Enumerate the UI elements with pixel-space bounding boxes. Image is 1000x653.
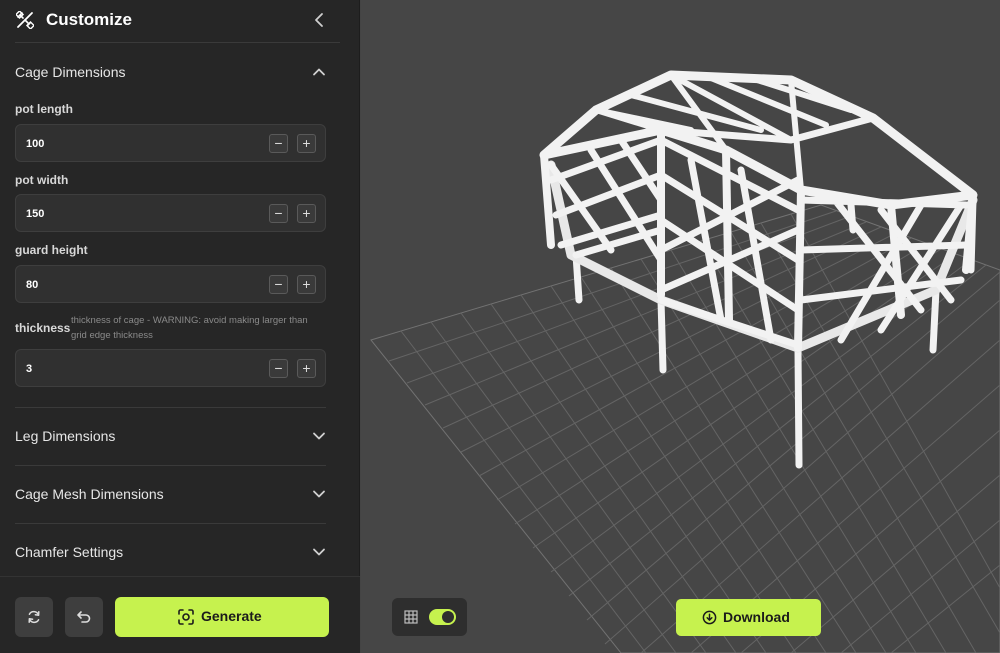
3d-scene[interactable] (361, 0, 1000, 653)
thickness-decrement-button[interactable]: − (269, 359, 288, 378)
undo-button[interactable] (65, 597, 103, 637)
pot-length-input[interactable] (26, 134, 226, 154)
guard-height-input[interactable] (26, 275, 226, 295)
download-button[interactable]: Download (676, 599, 821, 636)
generate-button[interactable]: Generate (115, 597, 329, 637)
download-button-label: Download (723, 609, 790, 625)
customize-sidebar: Customize Cage Dimensions pot length − +… (0, 0, 360, 653)
3d-viewport[interactable]: Download (361, 0, 1000, 653)
thickness-note: thickness of cage - WARNING: avoid makin… (71, 315, 308, 341)
grid-toggle[interactable] (392, 598, 467, 636)
grid-switch[interactable] (429, 609, 456, 625)
section-leg-dimensions[interactable]: Leg Dimensions (15, 407, 326, 465)
thickness-increment-button[interactable]: + (297, 359, 316, 378)
section-chamfer-settings[interactable]: Chamfer Settings (15, 523, 326, 576)
thickness-field: − + (15, 349, 326, 387)
refresh-icon (28, 610, 40, 624)
guard-height-increment-button[interactable]: + (297, 275, 316, 294)
pot-width-increment-button[interactable]: + (297, 204, 316, 223)
pot-length-increment-button[interactable]: + (297, 134, 316, 153)
pot-length-label: pot length (15, 102, 73, 116)
section-cage-dimensions-label: Cage Dimensions (15, 64, 126, 80)
sidebar-footer: Generate (0, 576, 360, 653)
switch-knob (442, 611, 454, 623)
section-chamfer-settings-label: Chamfer Settings (15, 544, 124, 560)
app-root: Customize Cage Dimensions pot length − +… (0, 0, 1000, 653)
guard-height-field: − + (15, 265, 326, 303)
chevron-down-icon (313, 432, 325, 440)
generate-button-label: Generate (201, 608, 262, 624)
reset-button[interactable] (15, 597, 53, 637)
chevron-up-icon (313, 68, 325, 76)
guard-height-decrement-button[interactable]: − (269, 275, 288, 294)
download-circle-icon (702, 610, 717, 625)
thickness-label: thickness (15, 321, 71, 335)
grid-icon (404, 610, 418, 624)
section-cage-mesh-dimensions[interactable]: Cage Mesh Dimensions (15, 465, 326, 523)
pot-length-field: − + (15, 124, 326, 162)
pot-width-label: pot width (15, 173, 69, 187)
section-cage-dimensions[interactable]: Cage Dimensions (15, 43, 326, 101)
collapse-sidebar-chevron-left-icon[interactable] (311, 11, 327, 29)
pot-width-field: − + (15, 194, 326, 232)
chevron-down-icon (313, 548, 325, 556)
guard-height-label: guard height (15, 243, 88, 257)
pot-width-decrement-button[interactable]: − (269, 204, 288, 223)
chevron-down-icon (313, 490, 325, 498)
wand-ruler-icon (16, 11, 34, 29)
scan-focus-icon (178, 609, 194, 625)
section-leg-dimensions-label: Leg Dimensions (15, 428, 116, 444)
undo-icon (77, 611, 91, 623)
sidebar-title: Customize (46, 10, 132, 29)
section-cage-mesh-dimensions-label: Cage Mesh Dimensions (15, 486, 164, 502)
ground-grid (370, 204, 1000, 653)
pot-length-decrement-button[interactable]: − (269, 134, 288, 153)
pot-width-input[interactable] (26, 204, 226, 224)
thickness-input[interactable] (26, 359, 226, 379)
sidebar-scroll-area[interactable]: Cage Dimensions pot length − + pot width… (0, 43, 360, 576)
